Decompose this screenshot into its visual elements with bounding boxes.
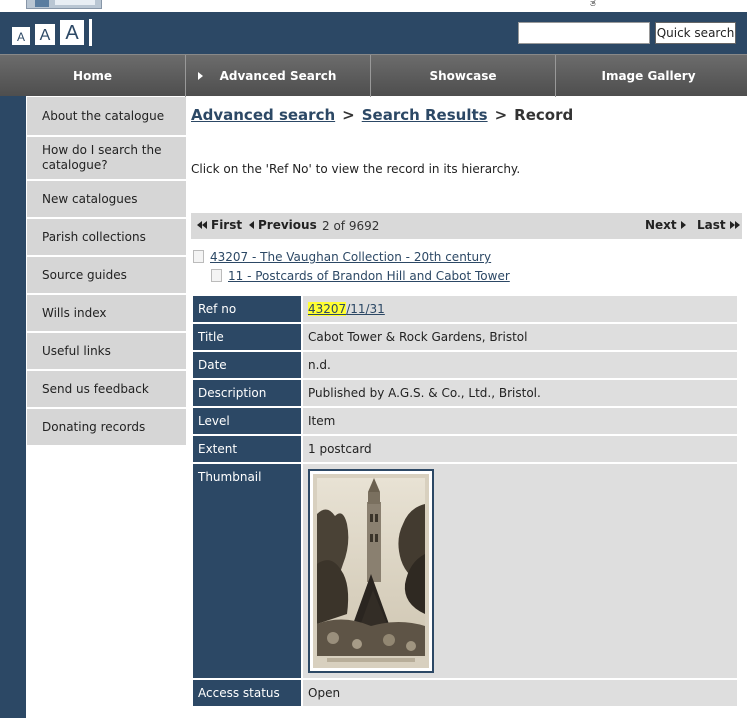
level-value: Item [303, 408, 737, 434]
sidebar-item-source-guides[interactable]: Source guides [27, 257, 186, 295]
sidebar-item-how-to-search[interactable]: How do I search the catalogue? [27, 137, 186, 181]
logo-glyph: ತ [590, 0, 596, 9]
font-size-medium-button[interactable]: A [34, 23, 56, 46]
sidebar-item-feedback[interactable]: Send us feedback [27, 371, 186, 409]
breadcrumb: Advanced search > Search Results > Record [191, 106, 573, 124]
level-label: Level [193, 408, 301, 434]
sidebar-item-parish-collections[interactable]: Parish collections [27, 219, 186, 257]
hierarchy-item: 11 - Postcards of Brandon Hill and Cabot… [211, 269, 510, 283]
date-value: n.d. [303, 352, 737, 378]
document-icon [193, 250, 204, 263]
font-size-divider [89, 19, 92, 46]
sidebar: About the catalogue How do I search the … [27, 97, 186, 447]
chevron-right-icon [680, 221, 686, 229]
pager-last-link[interactable]: Last [697, 218, 740, 232]
pager-last-label: Last [697, 218, 726, 232]
quick-search-input[interactable] [518, 22, 650, 44]
pager-count: 2 of 9692 [322, 219, 380, 233]
access-status-value: Open [303, 680, 737, 706]
thumbnail-image[interactable] [313, 474, 429, 668]
chevron-left-icon [249, 221, 254, 229]
description-value: Published by A.G.S. & Co., Ltd., Bristol… [303, 380, 737, 406]
breadcrumb-current: Record [514, 106, 574, 124]
breadcrumb-advanced-search-link[interactable]: Advanced search [191, 106, 335, 124]
title-label: Title [193, 324, 301, 350]
description-label: Description [193, 380, 301, 406]
left-stripe [0, 96, 26, 718]
access-status-label: Access status [193, 680, 301, 706]
nav-showcase[interactable]: Showcase [371, 55, 556, 97]
thumbnail-label: Thumbnail [193, 464, 301, 678]
thumbnail-image-frame[interactable] [308, 469, 434, 673]
double-chevron-right-icon [734, 221, 740, 229]
ref-no-label: Ref no [193, 296, 301, 322]
nav-image-gallery[interactable]: Image Gallery [556, 55, 741, 97]
ref-no-link-collection[interactable]: 43207 [308, 302, 347, 316]
nav-advanced-search[interactable]: Advanced Search [186, 55, 371, 97]
hierarchy-link-series[interactable]: 11 - Postcards of Brandon Hill and Cabot… [228, 269, 510, 283]
date-label: Date [193, 352, 301, 378]
ref-no-link-item[interactable]: /11/31 [346, 302, 385, 316]
font-size-large-button[interactable]: A [59, 19, 85, 46]
pager-next-link[interactable]: Next [645, 218, 686, 232]
pager-first-label: First [211, 218, 243, 232]
nav-arrow-right-icon [198, 72, 203, 80]
instructions-text: Click on the 'Ref No' to view the record… [191, 162, 521, 176]
document-icon [211, 269, 222, 282]
nav-home[interactable]: Home [0, 55, 186, 97]
sidebar-item-new-catalogues[interactable]: New catalogues [27, 181, 186, 219]
hierarchy-item: 43207 - The Vaughan Collection - 20th ce… [193, 250, 491, 264]
site-logo[interactable] [26, 0, 102, 9]
pager: First Previous 2 of 9692 Next Last [191, 213, 742, 239]
nav-advanced-search-label: Advanced Search [219, 69, 337, 83]
quick-search-button[interactable]: Quick search [655, 22, 736, 44]
ref-no-value: 43207/11/31 [303, 296, 737, 322]
main-nav: Home Advanced Search Showcase Image Gall… [0, 54, 747, 97]
sidebar-item-about[interactable]: About the catalogue [27, 97, 186, 137]
pager-first-link[interactable]: First [197, 218, 242, 232]
double-chevron-left-icon [202, 221, 207, 229]
sidebar-item-useful-links[interactable]: Useful links [27, 333, 186, 371]
pager-previous-label: Previous [258, 218, 317, 232]
logo-strip: ತ [0, 0, 747, 12]
breadcrumb-separator: > [342, 106, 355, 124]
extent-value: 1 postcard [303, 436, 737, 462]
sidebar-item-donating-records[interactable]: Donating records [27, 409, 186, 447]
hierarchy-link-collection[interactable]: 43207 - The Vaughan Collection - 20th ce… [210, 250, 491, 264]
pager-previous-link[interactable]: Previous [249, 218, 317, 232]
sidebar-item-wills-index[interactable]: Wills index [27, 295, 186, 333]
header-bar: A A A Quick search [0, 12, 747, 54]
font-size-small-button[interactable]: A [11, 26, 31, 46]
breadcrumb-search-results-link[interactable]: Search Results [362, 106, 488, 124]
extent-label: Extent [193, 436, 301, 462]
breadcrumb-separator: > [494, 106, 508, 124]
title-value: Cabot Tower & Rock Gardens, Bristol [303, 324, 737, 350]
pager-next-label: Next [645, 218, 677, 232]
